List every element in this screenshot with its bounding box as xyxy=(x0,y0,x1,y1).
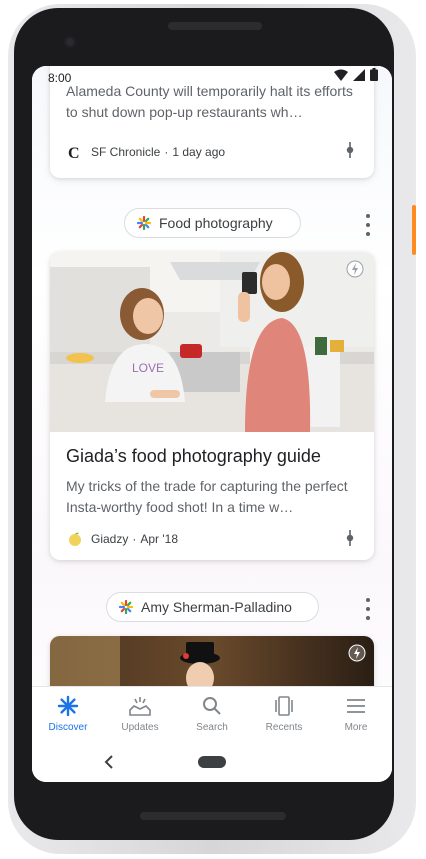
svg-text:LOVE: LOVE xyxy=(132,361,164,375)
card-source-row: C SF Chronicle · 1 day ago xyxy=(66,143,226,160)
search-icon xyxy=(200,694,224,718)
article-image: LOVE xyxy=(50,252,374,432)
more-options-icon[interactable] xyxy=(364,598,372,620)
nav-label: Discover xyxy=(48,722,88,733)
nav-label: Search xyxy=(196,722,228,733)
card-separator: · xyxy=(132,531,137,546)
front-camera xyxy=(64,36,76,48)
card-source: Giadzy xyxy=(91,531,129,546)
amp-lightning-icon xyxy=(348,644,366,662)
asterisk-icon xyxy=(56,694,80,718)
system-navigation-bar xyxy=(32,742,392,782)
card-snippet: My tricks of the trade for capturing the… xyxy=(66,478,348,515)
more-options-icon[interactable] xyxy=(364,214,372,236)
topic-chip-label: Food photography xyxy=(159,215,273,231)
recents-icon xyxy=(272,694,296,718)
earpiece-speaker xyxy=(168,22,262,30)
google-sparkle-icon xyxy=(118,599,134,615)
card-title[interactable]: Giada’s food photography guide xyxy=(66,446,321,467)
updates-icon xyxy=(128,694,152,718)
card-control-icon[interactable] xyxy=(342,530,358,546)
card-source: SF Chronicle xyxy=(91,144,161,159)
battery-icon xyxy=(370,68,378,86)
home-button[interactable] xyxy=(198,756,226,768)
card-control-icon[interactable] xyxy=(342,142,358,158)
nav-search[interactable]: Search xyxy=(176,687,248,743)
bottom-navigation: Discover Updates Search Recents More xyxy=(32,686,392,743)
nav-label: Recents xyxy=(265,722,303,733)
bottom-speaker xyxy=(140,812,286,820)
google-sparkle-icon xyxy=(136,215,152,231)
giadzy-logo-icon xyxy=(66,530,83,547)
back-icon[interactable] xyxy=(102,754,118,770)
nav-label: More xyxy=(344,722,368,733)
status-bar: 8:00 xyxy=(32,66,392,88)
discover-feed[interactable]: Alameda County will temporarily halt its… xyxy=(32,66,392,782)
status-time: 8:00 xyxy=(48,71,72,85)
nav-discover[interactable]: Discover xyxy=(32,687,104,743)
phone-screen: Alameda County will temporarily halt its… xyxy=(32,66,392,782)
status-icons xyxy=(334,68,378,86)
nav-recents[interactable]: Recents xyxy=(248,687,320,743)
topic-chip[interactable]: Amy Sherman-Palladino xyxy=(106,592,319,622)
card-time: Apr '18 xyxy=(140,531,179,546)
topic-chip-label: Amy Sherman-Palladino xyxy=(141,599,292,615)
sf-chronicle-logo-icon: C xyxy=(66,143,83,160)
nav-updates[interactable]: Updates xyxy=(104,687,176,743)
nav-label: Updates xyxy=(121,722,159,733)
topic-chip[interactable]: Food photography xyxy=(124,208,301,238)
wifi-icon xyxy=(334,68,348,86)
svg-text:C: C xyxy=(68,145,80,160)
menu-icon xyxy=(344,694,368,718)
nav-more[interactable]: More xyxy=(320,687,392,743)
card-source-row: Giadzy · Apr '18 xyxy=(66,530,178,547)
cell-signal-icon xyxy=(353,68,365,86)
amp-lightning-icon xyxy=(346,260,364,278)
card-time: 1 day ago xyxy=(172,144,226,159)
power-button xyxy=(412,205,416,255)
article-card[interactable]: LOVE Giada’s food photography guide My t… xyxy=(50,252,374,560)
card-separator: · xyxy=(164,144,169,159)
